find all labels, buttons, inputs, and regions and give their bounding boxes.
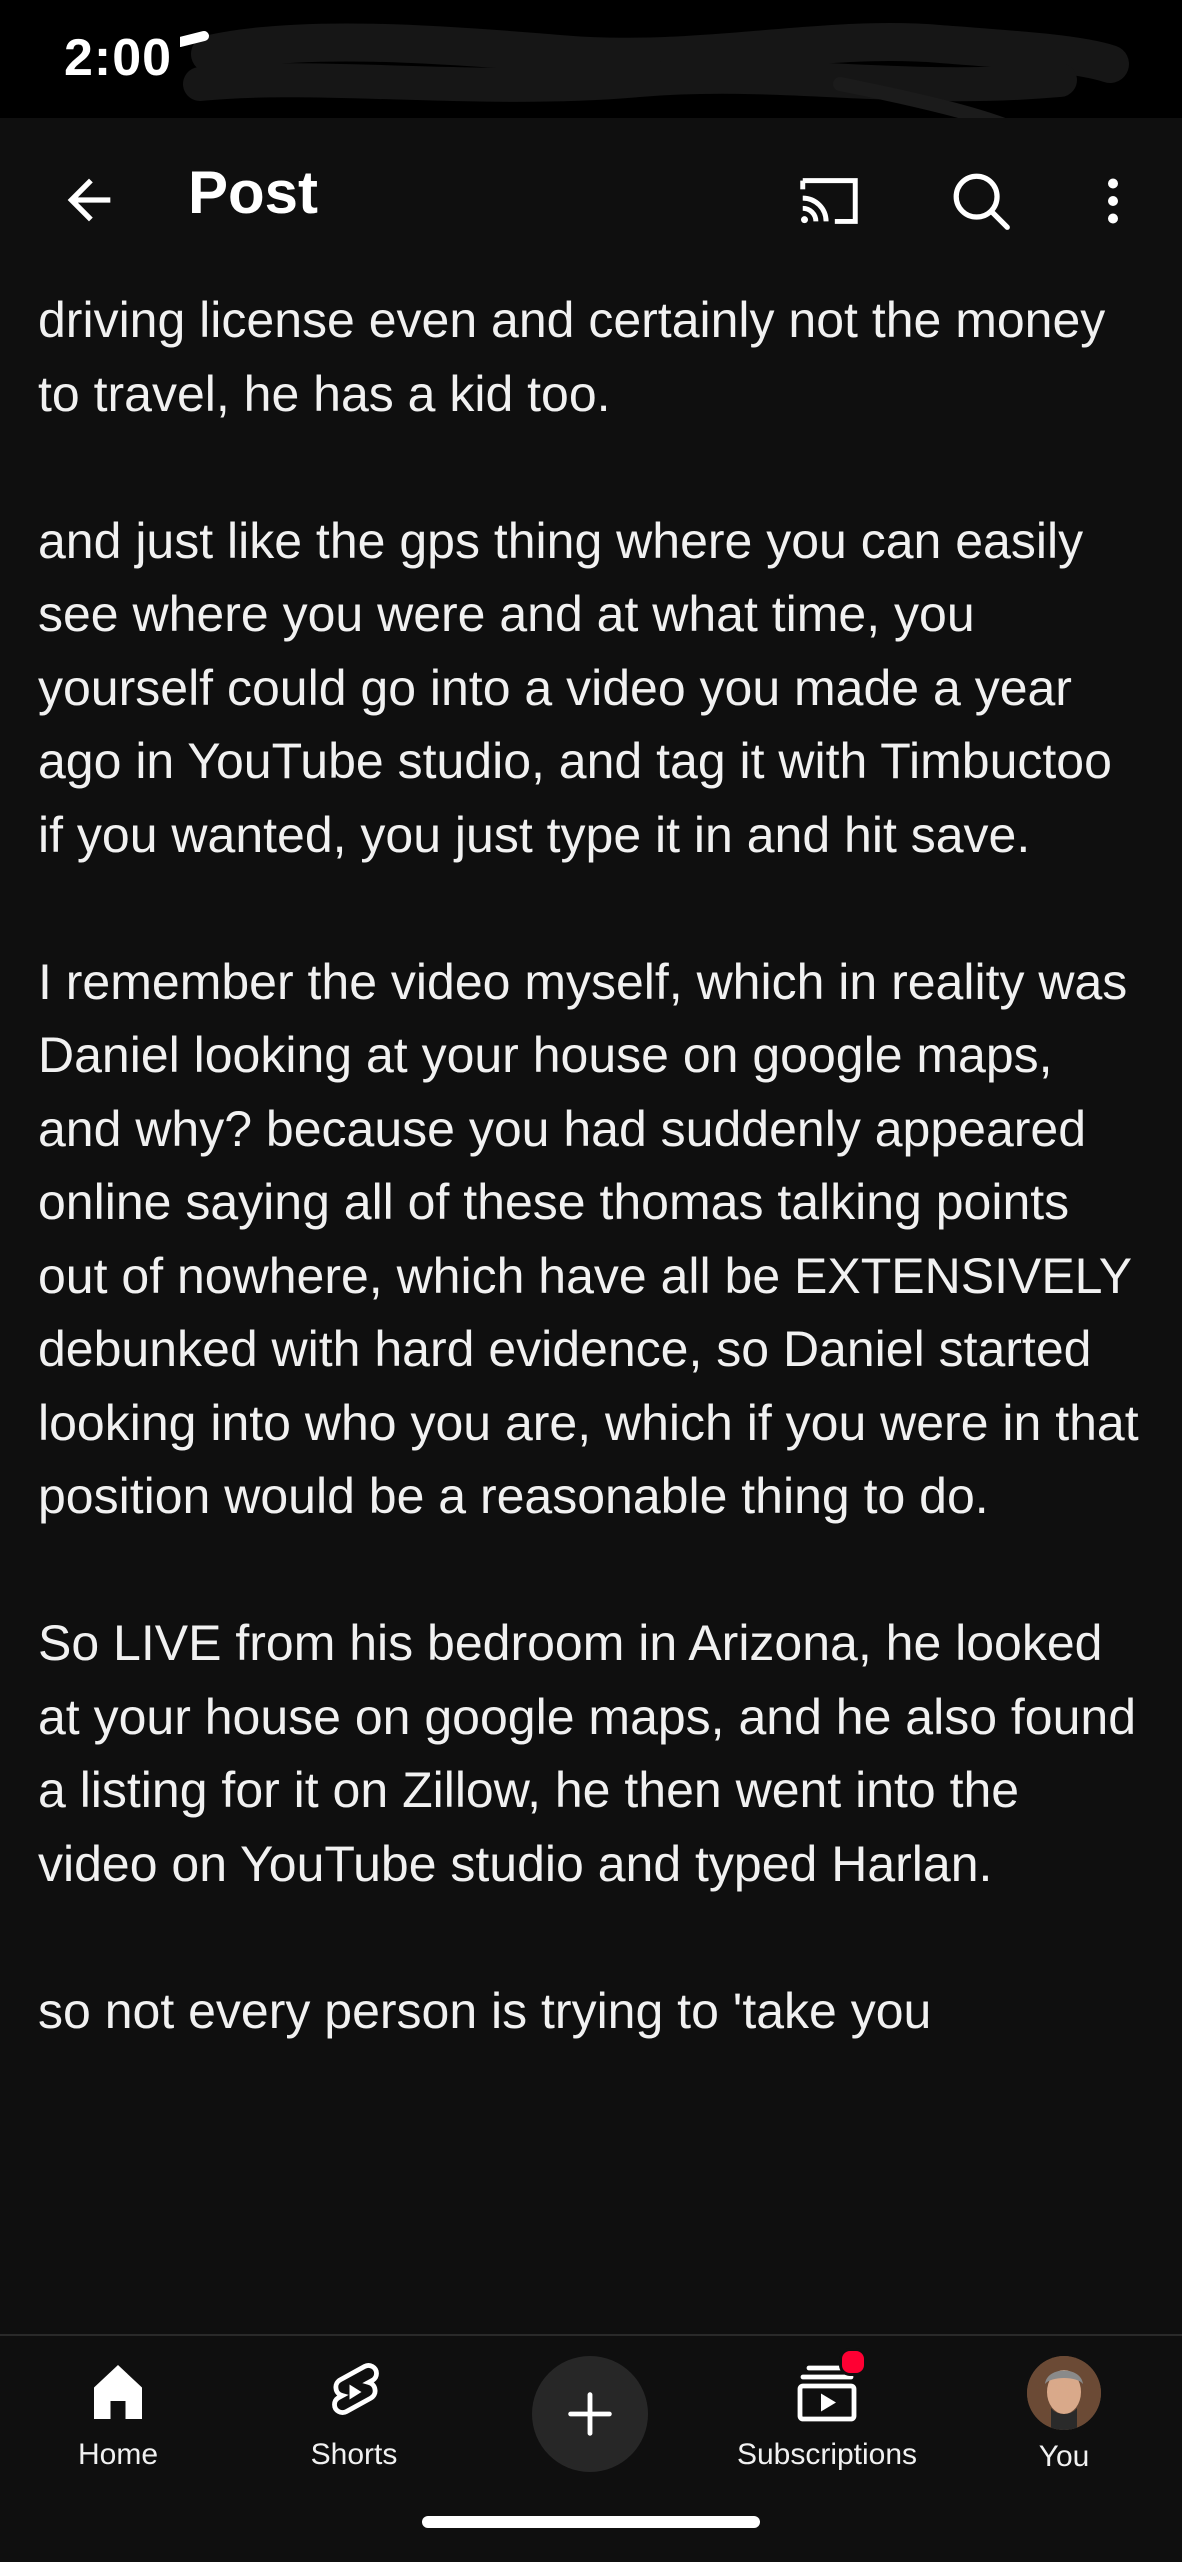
status-bar: 2:00	[0, 0, 1182, 168]
home-icon	[94, 2365, 142, 2419]
shorts-icon	[332, 2363, 379, 2415]
create-plus-icon	[568, 2392, 612, 2436]
back-button[interactable]	[44, 160, 134, 240]
cast-icon	[800, 178, 858, 224]
avatar	[1027, 2356, 1101, 2430]
nav-subscriptions[interactable]: Subscriptions	[727, 2348, 927, 2496]
nav-home[interactable]: Home	[18, 2356, 218, 2496]
status-time: 2:00	[64, 29, 173, 87]
more-vert-icon	[1108, 178, 1118, 224]
app-bar: Post	[0, 118, 1182, 278]
post-paragraph: So LIVE from his bedroom in Arizona, he …	[38, 1615, 1137, 1892]
search-icon	[953, 173, 1010, 230]
create-button[interactable]	[532, 2356, 648, 2472]
more-options-button[interactable]	[1068, 156, 1158, 246]
post-paragraph: and just like the gps thing where you ca…	[38, 512, 1126, 863]
post-paragraph: so not every person is trying to 'take y…	[38, 1982, 932, 2039]
cast-button[interactable]	[784, 156, 874, 246]
nav-home-label: Home	[77, 2438, 159, 2471]
back-arrow-icon	[67, 178, 111, 222]
nav-shorts[interactable]: Shorts	[254, 2356, 454, 2496]
post-body: driving license even and certainly not t…	[38, 272, 1148, 2332]
nav-subscriptions-label: Subscriptions	[736, 2438, 918, 2471]
notification-badge	[839, 2348, 867, 2376]
home-indicator[interactable]	[422, 2516, 760, 2528]
search-button[interactable]	[936, 156, 1026, 246]
nav-shorts-label: Shorts	[310, 2438, 398, 2471]
nav-you-label: You	[1038, 2440, 1090, 2473]
page-title: Post	[188, 159, 319, 226]
post-paragraph: driving license even and certainly not t…	[38, 292, 1120, 422]
post-paragraph: I remember the video myself, which in re…	[38, 953, 1139, 1525]
nav-you[interactable]: You	[964, 2356, 1164, 2496]
